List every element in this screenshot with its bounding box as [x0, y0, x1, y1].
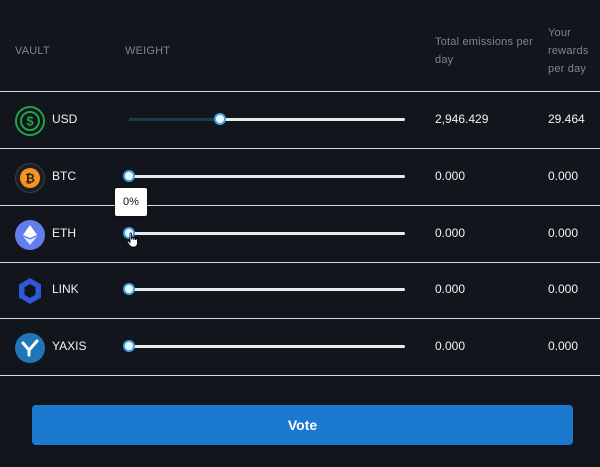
rewards-value: 0.000	[548, 169, 579, 183]
weight-slider[interactable]	[123, 283, 405, 295]
rewards-value: 0.000	[548, 226, 579, 240]
table-header: VAULT WEIGHT Total emissions per day You…	[0, 0, 600, 92]
bitcoin-icon: ₿	[15, 163, 45, 193]
vault-name: USD	[52, 112, 78, 126]
slider-thumb[interactable]	[214, 113, 227, 125]
weight-slider[interactable]	[123, 340, 405, 352]
slider-fill	[129, 118, 221, 121]
emissions-value: 0.000	[435, 226, 466, 240]
weight-slider[interactable]	[123, 227, 405, 239]
emissions-value: 0.000	[435, 169, 466, 183]
weight-slider[interactable]	[129, 113, 405, 125]
emissions-value: 0.000	[435, 282, 466, 296]
svg-text:$: $	[26, 114, 34, 129]
vault-row-eth: ETH 0.000 0.000	[0, 206, 600, 263]
chainlink-icon	[15, 276, 45, 306]
slider-value-tooltip: 0%	[115, 188, 147, 216]
vault-row-btc: ₿ BTC 0.000 0.000	[0, 149, 600, 206]
vault-name: BTC	[52, 169, 76, 183]
vault-name: YAXIS	[52, 339, 87, 353]
emissions-value: 2,946.429	[435, 112, 489, 126]
yaxis-icon	[15, 333, 45, 363]
weight-slider[interactable]	[123, 170, 405, 182]
emissions-value: 0.000	[435, 339, 466, 353]
dollar-coin-icon: $	[15, 106, 45, 136]
vault-row-link: LINK 0.000 0.000	[0, 262, 600, 319]
svg-text:₿: ₿	[25, 172, 35, 186]
vault-row-yaxis: YAXIS 0.000 0.000	[0, 319, 600, 376]
slider-thumb[interactable]	[123, 340, 135, 352]
emissions-column-header: Total emissions per day	[435, 36, 533, 66]
rewards-value: 0.000	[548, 282, 579, 296]
rewards-column-header: Your rewards per day	[548, 27, 589, 75]
slider-thumb[interactable]	[123, 283, 135, 295]
slider-thumb[interactable]	[123, 170, 135, 182]
weight-column-header: WEIGHT	[125, 45, 171, 57]
vault-column-header: VAULT	[15, 45, 50, 57]
hand-pointer-icon	[126, 232, 140, 253]
ethereum-icon	[15, 220, 45, 250]
vault-name: LINK	[52, 282, 79, 296]
vault-row-usd: $ USD 2,946.429 29.464	[0, 92, 600, 149]
vault-name: ETH	[52, 226, 76, 240]
rewards-value: 0.000	[548, 339, 579, 353]
vote-button[interactable]: Vote	[32, 405, 573, 445]
rewards-value: 29.464	[548, 112, 585, 126]
